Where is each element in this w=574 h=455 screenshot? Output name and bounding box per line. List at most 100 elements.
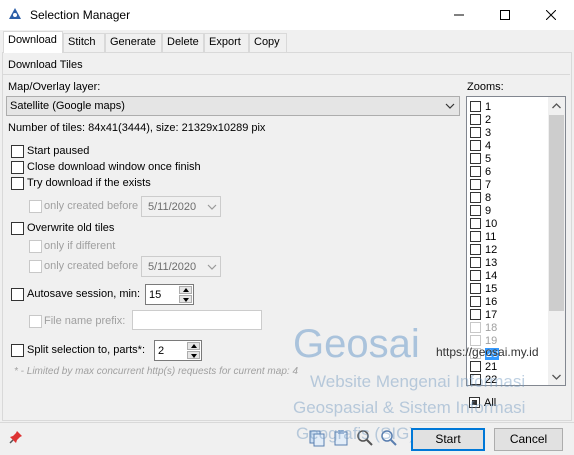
zoom-checkbox[interactable] [470, 309, 481, 320]
zoom-label: 7 [485, 178, 492, 191]
date-picker-2[interactable]: 5/11/2020 [141, 256, 221, 277]
split-checkbox[interactable] [11, 344, 24, 357]
zoom-checkbox[interactable] [470, 244, 481, 255]
pin-icon[interactable] [9, 430, 23, 444]
tab-export[interactable]: Export [204, 33, 249, 52]
zoom-item[interactable]: 10 [470, 217, 497, 230]
only-created-before-2-label: only created before [44, 260, 139, 272]
zoom-label: 9 [485, 204, 492, 217]
try-download-label: Try download if the exists [27, 177, 151, 189]
maximize-button[interactable] [482, 0, 528, 30]
watermark-url: https://geosai.my.id [436, 345, 539, 359]
file-prefix-label: File name prefix: [44, 315, 126, 327]
zoom-item[interactable]: 1 [470, 100, 491, 113]
watermark-brand: Geosai [293, 322, 420, 366]
spinner-buttons[interactable] [179, 286, 192, 303]
tab-copy[interactable]: Copy [249, 33, 287, 52]
zoom-item[interactable]: 3 [470, 126, 491, 139]
zoom-item[interactable]: 9 [470, 204, 491, 217]
scroll-up-button[interactable] [548, 97, 565, 114]
zoom-checkbox[interactable] [470, 153, 481, 164]
zoom-label: 16 [485, 295, 498, 308]
autosave-spinner[interactable]: 15 [145, 284, 194, 305]
zoom-item[interactable]: 17 [470, 308, 497, 321]
tab-download[interactable]: Download [3, 31, 63, 53]
split-spinner[interactable]: 2 [154, 340, 202, 361]
zoom-checkbox[interactable] [470, 322, 481, 333]
close-icon [546, 10, 556, 20]
zoom-item[interactable]: 5 [470, 152, 491, 165]
file-prefix-checkbox[interactable] [29, 315, 42, 328]
only-created-before-checkbox[interactable] [29, 200, 42, 213]
zoom-label: 11 [485, 230, 497, 243]
watermark-line-3: Geografis (SIG) [296, 424, 416, 443]
cancel-button[interactable]: Cancel [494, 428, 563, 451]
watermark-line-1: Website Mengenai Informasi [310, 372, 526, 391]
minimize-button[interactable] [436, 0, 482, 30]
zoom-checkbox[interactable] [470, 231, 481, 242]
zoom-checkbox[interactable] [470, 192, 481, 203]
zoom-label: 18 [485, 321, 498, 334]
scroll-down-button[interactable] [548, 368, 565, 385]
date-picker-1[interactable]: 5/11/2020 [141, 196, 221, 217]
zoom-item[interactable]: 13 [470, 256, 497, 269]
zoom-item[interactable]: 2 [470, 113, 491, 126]
zoom-list[interactable]: 1 2 3 4 5 6 7 8 9 10 11 12 13 14 15 16 17 18 19 20 21 22 [466, 96, 566, 386]
spin-up-icon[interactable] [179, 286, 192, 294]
zooms-label: Zooms: [467, 81, 504, 93]
zoom-item[interactable]: 7 [470, 178, 491, 191]
layer-select-value: Satellite (Google maps) [10, 100, 125, 112]
split-value: 2 [158, 345, 165, 357]
close-button[interactable] [528, 0, 574, 30]
zoom-checkbox[interactable] [470, 218, 481, 229]
autosave-checkbox[interactable] [11, 288, 24, 301]
start-paused-label: Start paused [27, 145, 90, 157]
tab-stitch[interactable]: Stitch [63, 33, 105, 52]
zoom-item[interactable]: 14 [470, 269, 497, 282]
zoom-checkbox[interactable] [470, 179, 481, 190]
zoom-label: 4 [485, 139, 492, 152]
zoom-label: 14 [485, 269, 498, 282]
zoom-item[interactable]: 11 [470, 230, 496, 243]
spinner-buttons[interactable] [187, 342, 200, 359]
spin-down-icon[interactable] [179, 295, 192, 303]
zoom-scrollbar[interactable] [548, 97, 565, 385]
zoom-checkbox[interactable] [470, 101, 481, 112]
zoom-checkbox[interactable] [470, 361, 481, 372]
minimize-icon [454, 14, 464, 16]
only-if-different-checkbox[interactable] [29, 240, 42, 253]
layer-select[interactable]: Satellite (Google maps) [6, 96, 460, 116]
zoom-checkbox[interactable] [470, 257, 481, 268]
zoom-item[interactable]: 12 [470, 243, 497, 256]
file-prefix-input[interactable] [132, 310, 262, 330]
close-window-checkbox[interactable] [11, 161, 24, 174]
zoom-checkbox[interactable] [470, 114, 481, 125]
zoom-checkbox[interactable] [470, 296, 481, 307]
zoom-checkbox[interactable] [470, 283, 481, 294]
tab-delete[interactable]: Delete [162, 33, 204, 52]
only-created-before-2-checkbox[interactable] [29, 260, 42, 273]
spin-up-icon[interactable] [187, 342, 200, 350]
zoom-item[interactable]: 15 [470, 282, 497, 295]
zoom-checkbox[interactable] [470, 140, 481, 151]
zoom-checkbox[interactable] [470, 205, 481, 216]
spin-down-icon[interactable] [187, 351, 200, 359]
zoom-checkbox[interactable] [470, 270, 481, 281]
zoom-item[interactable]: 18 [470, 321, 497, 334]
limit-note: * - Limited by max concurrent http(s) re… [14, 366, 298, 377]
start-paused-checkbox[interactable] [11, 145, 24, 158]
zoom-item[interactable]: 4 [470, 139, 491, 152]
overwrite-checkbox[interactable] [11, 222, 24, 235]
zoom-checkbox[interactable] [470, 166, 481, 177]
try-download-checkbox[interactable] [11, 177, 24, 190]
section-title: Download Tiles [8, 59, 83, 71]
scroll-thumb[interactable] [549, 115, 564, 311]
zoom-item[interactable]: 6 [470, 165, 491, 178]
zoom-item[interactable]: 8 [470, 191, 491, 204]
tab-generate[interactable]: Generate [105, 33, 162, 52]
window-title: Selection Manager [30, 8, 131, 22]
zoom-label: 8 [485, 191, 492, 204]
zoom-item[interactable]: 16 [470, 295, 497, 308]
zoom-checkbox[interactable] [470, 127, 481, 138]
start-button[interactable]: Start [411, 428, 485, 451]
